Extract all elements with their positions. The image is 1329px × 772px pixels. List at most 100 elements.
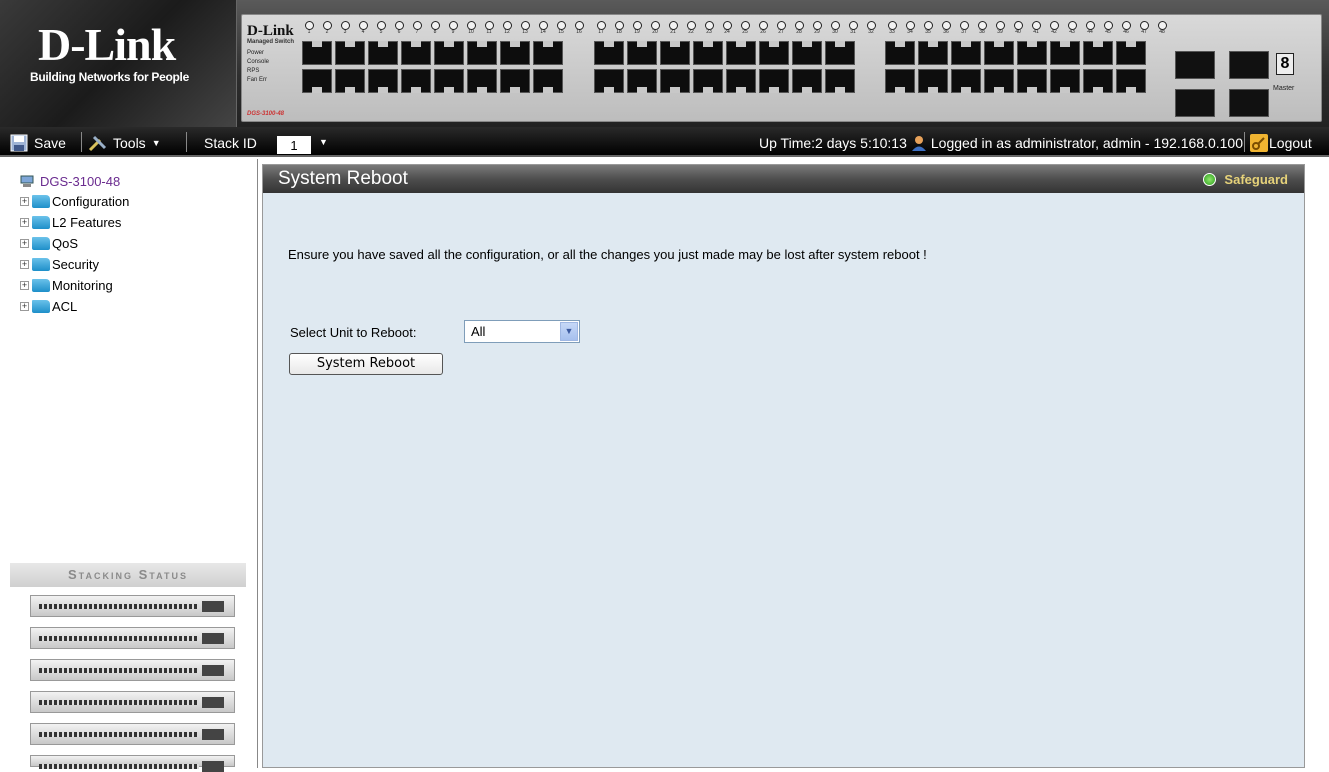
nav-item-configuration[interactable]: + Configuration <box>20 191 129 212</box>
port-29[interactable] <box>792 41 822 65</box>
combo-ports <box>1175 51 1269 117</box>
port-28[interactable] <box>759 69 789 93</box>
port-32[interactable] <box>825 69 855 93</box>
port-20[interactable] <box>627 69 657 93</box>
port-16[interactable] <box>533 69 563 93</box>
page-title: System Reboot <box>278 168 408 189</box>
port-35[interactable] <box>918 41 948 65</box>
port-31[interactable] <box>825 41 855 65</box>
port-47[interactable] <box>1116 41 1146 65</box>
save-button[interactable]: Save <box>10 133 66 153</box>
folder-icon <box>32 195 50 208</box>
expand-icon[interactable]: + <box>20 281 29 290</box>
stack-unit-1[interactable] <box>30 595 235 617</box>
port-led-row: 17 18 19 20 21 22 23 24 25 26 27 28 29 30 31 32 <box>594 21 878 37</box>
port-36[interactable] <box>918 69 948 93</box>
nav-root-device[interactable]: DGS-3100-48 <box>20 171 129 191</box>
expand-icon[interactable]: + <box>20 302 29 311</box>
port-21[interactable] <box>660 41 690 65</box>
port-9[interactable] <box>434 41 464 65</box>
port-8[interactable] <box>401 69 431 93</box>
stack-unit-2[interactable] <box>30 627 235 649</box>
port-led-14: 14 <box>536 21 550 35</box>
port-led-40: 40 <box>1011 21 1025 35</box>
stack-unit-6[interactable] <box>30 755 235 772</box>
combo-port-45[interactable] <box>1175 51 1215 79</box>
port-led-30: 30 <box>828 21 842 35</box>
port-41[interactable] <box>1017 41 1047 65</box>
port-13[interactable] <box>500 41 530 65</box>
combo-port-46[interactable] <box>1175 89 1215 117</box>
port-4[interactable] <box>335 69 365 93</box>
port-2[interactable] <box>302 69 332 93</box>
user-icon <box>911 136 926 151</box>
port-6[interactable] <box>368 69 398 93</box>
nav-item-monitoring[interactable]: + Monitoring <box>20 275 129 296</box>
led-fan-err: Fan Err <box>247 77 268 83</box>
port-40[interactable] <box>984 69 1014 93</box>
logout-button[interactable]: Logout <box>1250 133 1312 153</box>
port-44[interactable] <box>1050 69 1080 93</box>
port-25[interactable] <box>726 41 756 65</box>
port-3[interactable] <box>335 41 365 65</box>
combo-port-47[interactable] <box>1229 51 1269 79</box>
port-17[interactable] <box>594 41 624 65</box>
port-37[interactable] <box>951 41 981 65</box>
port-7[interactable] <box>401 41 431 65</box>
nav-item-qos[interactable]: + QoS <box>20 233 129 254</box>
tools-menu-button[interactable]: Tools ▼ <box>88 133 161 153</box>
port-38[interactable] <box>951 69 981 93</box>
expand-icon[interactable]: + <box>20 197 29 206</box>
port-48[interactable] <box>1116 69 1146 93</box>
led-power: Power <box>247 50 265 56</box>
port-10[interactable] <box>434 69 464 93</box>
expand-icon[interactable]: + <box>20 218 29 227</box>
port-15[interactable] <box>533 41 563 65</box>
port-14[interactable] <box>500 69 530 93</box>
port-42[interactable] <box>1017 69 1047 93</box>
nav-item-security[interactable]: + Security <box>20 254 129 275</box>
port-27[interactable] <box>759 41 789 65</box>
stack-unit-5[interactable] <box>30 723 235 745</box>
stack-unit-4[interactable] <box>30 691 235 713</box>
stack-id-dropdown-icon[interactable]: ▼ <box>319 137 328 147</box>
nav-item-l2-features[interactable]: + L2 Features <box>20 212 129 233</box>
port-24[interactable] <box>693 69 723 93</box>
port-led-45: 45 <box>1101 21 1115 35</box>
expand-icon[interactable]: + <box>20 260 29 269</box>
port-43[interactable] <box>1050 41 1080 65</box>
port-1[interactable] <box>302 41 332 65</box>
system-reboot-button[interactable]: System Reboot <box>289 353 443 375</box>
port-led-4: 4 <box>356 21 370 35</box>
port-led-3: 3 <box>338 21 352 35</box>
safeguard-indicator[interactable]: Safeguard <box>1203 170 1288 188</box>
port-18[interactable] <box>594 69 624 93</box>
combo-port-48[interactable] <box>1229 89 1269 117</box>
port-11[interactable] <box>467 41 497 65</box>
port-23[interactable] <box>693 41 723 65</box>
unit-select[interactable]: All ▼ <box>464 320 580 343</box>
port-33[interactable] <box>885 41 915 65</box>
select-unit-label: Select Unit to Reboot: <box>290 325 417 340</box>
stack-unit-3[interactable] <box>30 659 235 681</box>
port-12[interactable] <box>467 69 497 93</box>
chevron-down-icon[interactable]: ▼ <box>560 322 578 341</box>
folder-icon <box>32 300 50 313</box>
port-5[interactable] <box>368 41 398 65</box>
port-26[interactable] <box>726 69 756 93</box>
port-46[interactable] <box>1083 69 1113 93</box>
left-nav: DGS-3100-48 + Configuration + L2 Features … <box>0 159 258 772</box>
port-45[interactable] <box>1083 41 1113 65</box>
port-34[interactable] <box>885 69 915 93</box>
logout-label: Logout <box>1269 135 1312 151</box>
port-39[interactable] <box>984 41 1014 65</box>
port-19[interactable] <box>627 41 657 65</box>
port-led-42: 42 <box>1047 21 1061 35</box>
folder-icon <box>32 258 50 271</box>
stack-id-input[interactable]: 1 <box>277 136 311 154</box>
floppy-icon <box>10 134 28 152</box>
port-22[interactable] <box>660 69 690 93</box>
port-30[interactable] <box>792 69 822 93</box>
nav-item-acl[interactable]: + ACL <box>20 296 129 317</box>
expand-icon[interactable]: + <box>20 239 29 248</box>
